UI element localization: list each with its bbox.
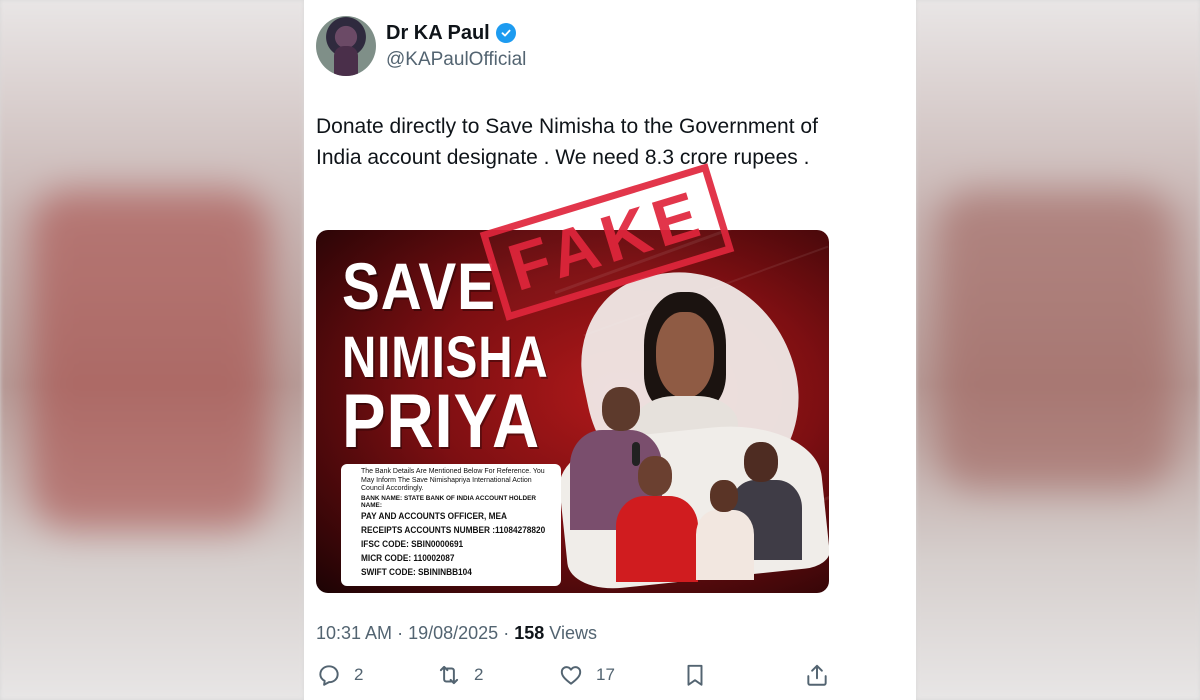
microphone-icon xyxy=(632,442,640,466)
tweet-actions-bar: 2 2 17 xyxy=(316,662,832,694)
tweet-meta: 10:31 AM · 19/08/2025 · 158 Views xyxy=(316,623,597,644)
like-count: 17 xyxy=(596,665,615,684)
tweet-time[interactable]: 10:31 AM xyxy=(316,623,392,643)
tweet-card: Dr KA Paul @KAPaulOfficial Donate direct… xyxy=(304,0,916,700)
man-with-microphone xyxy=(602,387,640,431)
account-number: RECEIPTS ACCOUNTS NUMBER :11084278820 xyxy=(361,524,546,535)
views-label: Views xyxy=(549,623,597,643)
views-count: 158 xyxy=(514,623,545,643)
display-name[interactable]: Dr KA Paul xyxy=(386,22,490,45)
share-button[interactable] xyxy=(804,662,830,688)
meta-separator: · xyxy=(397,623,404,643)
repost-icon xyxy=(439,665,459,685)
tweet-text: Donate directly to Save Nimisha to the G… xyxy=(316,115,818,169)
man-in-red-jersey xyxy=(638,456,672,496)
blurred-background-left xyxy=(0,0,304,700)
account-holder: PAY AND ACCOUNTS OFFICER, MEA xyxy=(361,510,507,521)
share-icon xyxy=(807,664,827,686)
woman-portrait xyxy=(656,312,714,398)
blurred-background-right xyxy=(916,0,1200,700)
avatar[interactable] xyxy=(316,16,376,76)
poster-title-priya: PRIYA xyxy=(342,379,541,464)
ifsc-code: IFSC CODE: SBIN0000691 xyxy=(361,538,464,549)
tweet-date[interactable]: 19/08/2025 xyxy=(408,623,498,643)
bank-name-line: BANK NAME: STATE BANK OF INDIA ACCOUNT H… xyxy=(361,494,537,509)
heart-icon xyxy=(560,666,582,685)
bookmark-icon xyxy=(687,664,703,686)
meta-separator: · xyxy=(503,623,510,643)
repost-button[interactable]: 2 xyxy=(436,662,483,688)
bank-reference-note: The Bank Details Are Mentioned Below For… xyxy=(361,468,545,493)
reply-icon xyxy=(319,665,339,686)
girl-in-group-photo xyxy=(710,480,738,512)
verified-badge-icon xyxy=(495,23,516,43)
reply-count: 2 xyxy=(354,665,364,684)
tweet-header: Dr KA Paul @KAPaulOfficial xyxy=(316,16,526,76)
like-button[interactable]: 17 xyxy=(558,662,615,688)
user-handle[interactable]: @KAPaulOfficial xyxy=(386,49,526,71)
bank-details-box: The Bank Details Are Mentioned Below For… xyxy=(341,464,561,586)
bookmark-button[interactable] xyxy=(682,662,708,688)
reply-button[interactable]: 2 xyxy=(316,662,363,688)
swift-code: SWIFT CODE: SBININBB104 xyxy=(361,566,472,577)
poster-title-save: SAVE xyxy=(342,249,496,323)
repost-count: 2 xyxy=(474,665,484,684)
micr-code: MICR CODE: 110002087 xyxy=(361,552,455,563)
man-in-group-photo xyxy=(744,442,778,482)
